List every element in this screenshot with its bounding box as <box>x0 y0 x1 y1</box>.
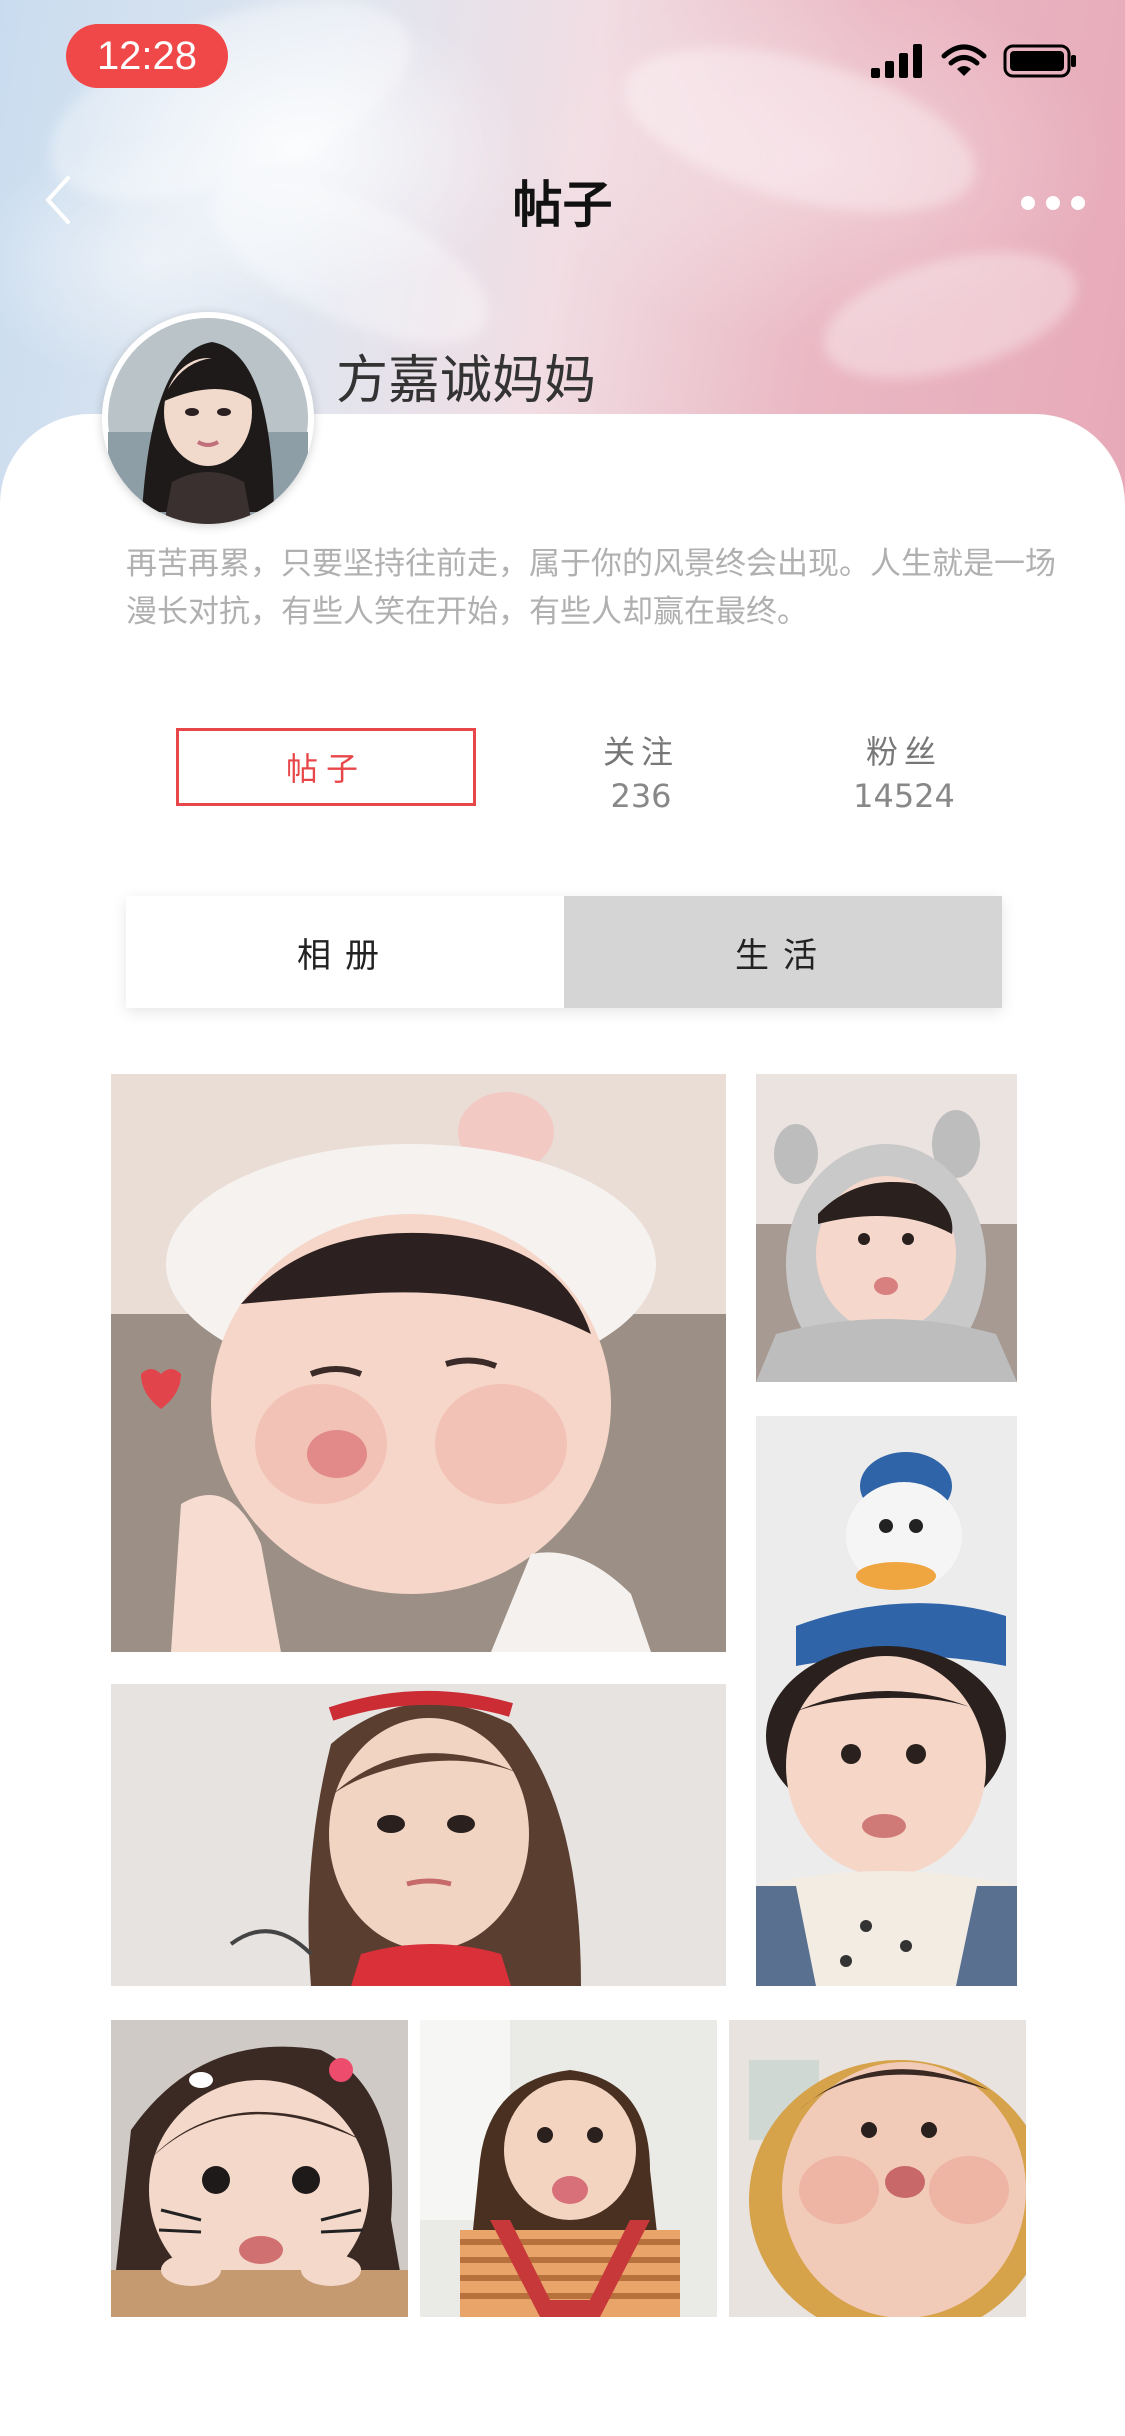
album-photo[interactable] <box>111 1684 726 1986</box>
stat-following-label: 关注 <box>602 733 679 771</box>
stat-fans-label: 粉丝 <box>865 733 942 771</box>
tab-life[interactable]: 生活 <box>564 896 1002 1008</box>
more-button[interactable] <box>1021 196 1085 216</box>
stat-posts-label: 帖子 <box>285 750 366 788</box>
signal-bars-icon <box>871 44 925 82</box>
stat-posts-button[interactable]: 帖子 <box>176 728 476 806</box>
segmented-tabs: 相册 生活 <box>126 896 1002 1008</box>
album-photo[interactable] <box>420 2020 717 2317</box>
status-bar-icons <box>871 44 1077 82</box>
page-title: 帖子 <box>512 176 613 234</box>
stat-fans-count: 14524 <box>853 777 955 815</box>
album-photo[interactable] <box>756 1074 1017 1382</box>
profile-bio: 再苦再累，只要坚持往前走，属于你的风景终会出现。人生就是一场漫长对抗，有些人笑在… <box>126 546 1056 630</box>
album-photo[interactable] <box>756 1416 1017 1986</box>
stat-following-count: 236 <box>610 777 672 815</box>
album-photo[interactable] <box>729 2020 1026 2317</box>
tab-album[interactable]: 相册 <box>126 896 564 1008</box>
status-bar-time: 12:28 <box>66 24 228 88</box>
stat-fans[interactable]: 粉丝 14524 <box>804 730 1004 818</box>
stat-following[interactable]: 关注 236 <box>541 730 741 818</box>
album-photo[interactable] <box>111 1074 726 1652</box>
more-dots-icon <box>1021 196 1035 210</box>
profile-name: 方嘉诚妈妈 <box>336 351 597 411</box>
avatar[interactable] <box>102 312 314 524</box>
battery-icon <box>1003 44 1077 82</box>
wifi-icon <box>941 44 987 82</box>
album-photo[interactable] <box>111 2020 408 2317</box>
